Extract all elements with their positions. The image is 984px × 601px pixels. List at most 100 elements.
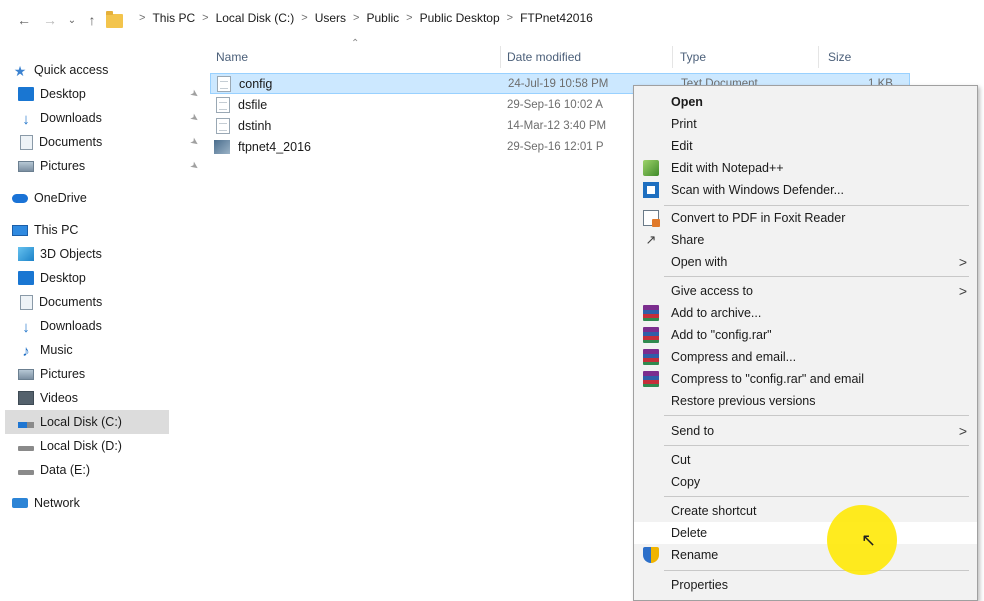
pin-icon[interactable]: ➤	[188, 135, 201, 149]
nav-label: Downloads	[40, 111, 102, 125]
menu-label: Print	[671, 117, 697, 131]
nav-label: Downloads	[40, 319, 102, 333]
submenu-arrow-icon: >	[958, 254, 967, 270]
menu-item-restore-versions[interactable]: Restore previous versions	[634, 390, 977, 412]
column-header-type[interactable]: Type	[680, 50, 706, 64]
menu-label: Compress to "config.rar" and email	[671, 372, 864, 386]
breadcrumb-item[interactable]: Users	[315, 11, 346, 25]
column-header-date[interactable]: Date modified	[507, 50, 581, 64]
breadcrumb-item[interactable]: FTPnet42016	[520, 11, 593, 25]
column-header-name[interactable]: Name	[216, 50, 248, 64]
nav-label: Videos	[40, 391, 78, 405]
menu-item-compress-email[interactable]: Compress and email...	[634, 346, 977, 368]
nav-quick-access[interactable]: ★ Quick access	[12, 58, 208, 82]
nav-item-documents-pc[interactable]: Documents	[18, 290, 214, 314]
menu-label: Compress and email...	[671, 350, 797, 364]
menu-item-add-rar[interactable]: Add to "config.rar"	[634, 324, 977, 346]
menu-item-scan-defender[interactable]: Scan with Windows Defender...	[634, 179, 977, 201]
nav-item-pictures-pc[interactable]: Pictures	[18, 362, 214, 386]
computer-icon	[12, 224, 28, 236]
column-header-size[interactable]: Size	[828, 50, 851, 64]
menu-item-print[interactable]: Print	[634, 113, 977, 135]
menu-item-add-archive[interactable]: Add to archive...	[634, 302, 977, 324]
nav-item-local-disk-d[interactable]: Local Disk (D:)	[18, 434, 214, 458]
nav-label: Pictures	[40, 159, 86, 173]
breadcrumb-item[interactable]: Public Desktop	[420, 11, 500, 25]
menu-label: Give access to	[671, 284, 753, 298]
nav-item-data-e[interactable]: Data (E:)	[18, 458, 214, 482]
recent-locations-button[interactable]: ⌄	[62, 9, 82, 31]
menu-item-rename[interactable]: Rename	[634, 544, 977, 566]
menu-separator	[664, 496, 969, 497]
documents-icon	[20, 294, 33, 310]
column-divider[interactable]	[672, 46, 673, 68]
downloads-icon: ↓	[22, 319, 30, 336]
documents-icon	[20, 134, 33, 150]
forward-button[interactable]: →	[40, 9, 60, 31]
menu-separator	[664, 276, 969, 277]
back-button[interactable]: ←	[14, 9, 34, 31]
winrar-icon	[643, 371, 659, 387]
submenu-arrow-icon: >	[958, 283, 967, 299]
menu-label: Add to archive...	[671, 306, 762, 320]
menu-item-send-to[interactable]: Send to >	[634, 420, 977, 442]
menu-label: Copy	[671, 475, 701, 489]
menu-item-copy[interactable]: Copy	[634, 471, 977, 493]
nav-label: Pictures	[40, 367, 86, 381]
nav-this-pc[interactable]: This PC	[12, 218, 208, 242]
breadcrumb-separator: >	[406, 12, 413, 24]
winrar-icon	[643, 327, 659, 343]
share-icon: ↗	[645, 232, 657, 247]
nav-item-documents[interactable]: Documents ➤	[18, 130, 214, 154]
nav-label: Desktop	[40, 271, 86, 285]
nav-network[interactable]: Network	[12, 491, 208, 515]
nav-item-desktop-pc[interactable]: Desktop	[18, 266, 214, 290]
3d-objects-icon	[18, 247, 34, 261]
breadcrumb-item[interactable]: Local Disk (C:)	[216, 11, 295, 25]
file-name: dstinh	[238, 118, 272, 133]
nav-item-pictures[interactable]: Pictures ➤	[18, 154, 214, 178]
breadcrumb-item[interactable]: Public	[366, 11, 399, 25]
pin-icon[interactable]: ➤	[188, 111, 201, 125]
address-bar: ← → ⌄ ↑ > This PC > Local Disk (C:) > Us…	[0, 0, 984, 40]
breadcrumb-item[interactable]: This PC	[152, 11, 195, 25]
menu-item-create-shortcut[interactable]: Create shortcut	[634, 500, 977, 522]
nav-item-videos[interactable]: Videos	[18, 386, 214, 410]
menu-item-cut[interactable]: Cut	[634, 449, 977, 471]
text-file-icon	[217, 75, 231, 92]
nav-item-3d-objects[interactable]: 3D Objects	[18, 242, 214, 266]
menu-item-delete[interactable]: Delete	[634, 522, 977, 544]
nav-label: OneDrive	[34, 191, 87, 205]
menu-label: Edit with Notepad++	[671, 161, 784, 175]
nav-label: Documents	[39, 295, 103, 309]
up-button[interactable]: ↑	[82, 9, 102, 31]
file-name: dsfile	[238, 97, 268, 112]
nav-item-desktop[interactable]: Desktop ➤	[18, 82, 214, 106]
menu-label: Scan with Windows Defender...	[671, 183, 844, 197]
menu-item-open-with[interactable]: Open with >	[634, 251, 977, 273]
menu-item-edit[interactable]: Edit	[634, 135, 977, 157]
file-date: 24-Jul-19 10:58 PM	[508, 77, 609, 90]
breadcrumb-separator: >	[353, 12, 360, 24]
nav-item-local-disk-c[interactable]: Local Disk (C:)	[5, 410, 169, 434]
nav-item-downloads[interactable]: ↓ Downloads ➤	[18, 106, 214, 130]
menu-item-convert-pdf[interactable]: Convert to PDF in Foxit Reader	[634, 207, 977, 229]
notepad-plus-plus-icon	[643, 160, 659, 176]
menu-item-open[interactable]: Open	[634, 91, 977, 113]
sort-ascending-icon: ⌃	[351, 38, 360, 49]
menu-item-compress-rar-email[interactable]: Compress to "config.rar" and email	[634, 368, 977, 390]
pin-icon[interactable]: ➤	[188, 87, 201, 101]
nav-item-music[interactable]: ♪ Music	[18, 338, 214, 362]
menu-item-properties[interactable]: Properties	[634, 574, 977, 596]
application-icon	[214, 139, 230, 154]
menu-item-edit-notepad[interactable]: Edit with Notepad++	[634, 157, 977, 179]
nav-onedrive[interactable]: OneDrive	[12, 186, 208, 210]
menu-item-give-access[interactable]: Give access to >	[634, 280, 977, 302]
pin-icon[interactable]: ➤	[188, 159, 201, 173]
nav-item-downloads-pc[interactable]: ↓ Downloads	[18, 314, 214, 338]
column-divider[interactable]	[500, 46, 501, 68]
breadcrumb-separator: >	[506, 12, 514, 24]
menu-item-share[interactable]: ↗ Share	[634, 229, 977, 251]
column-divider[interactable]	[818, 46, 819, 68]
context-menu: Open Print Edit Edit with Notepad++ Scan…	[633, 85, 978, 601]
